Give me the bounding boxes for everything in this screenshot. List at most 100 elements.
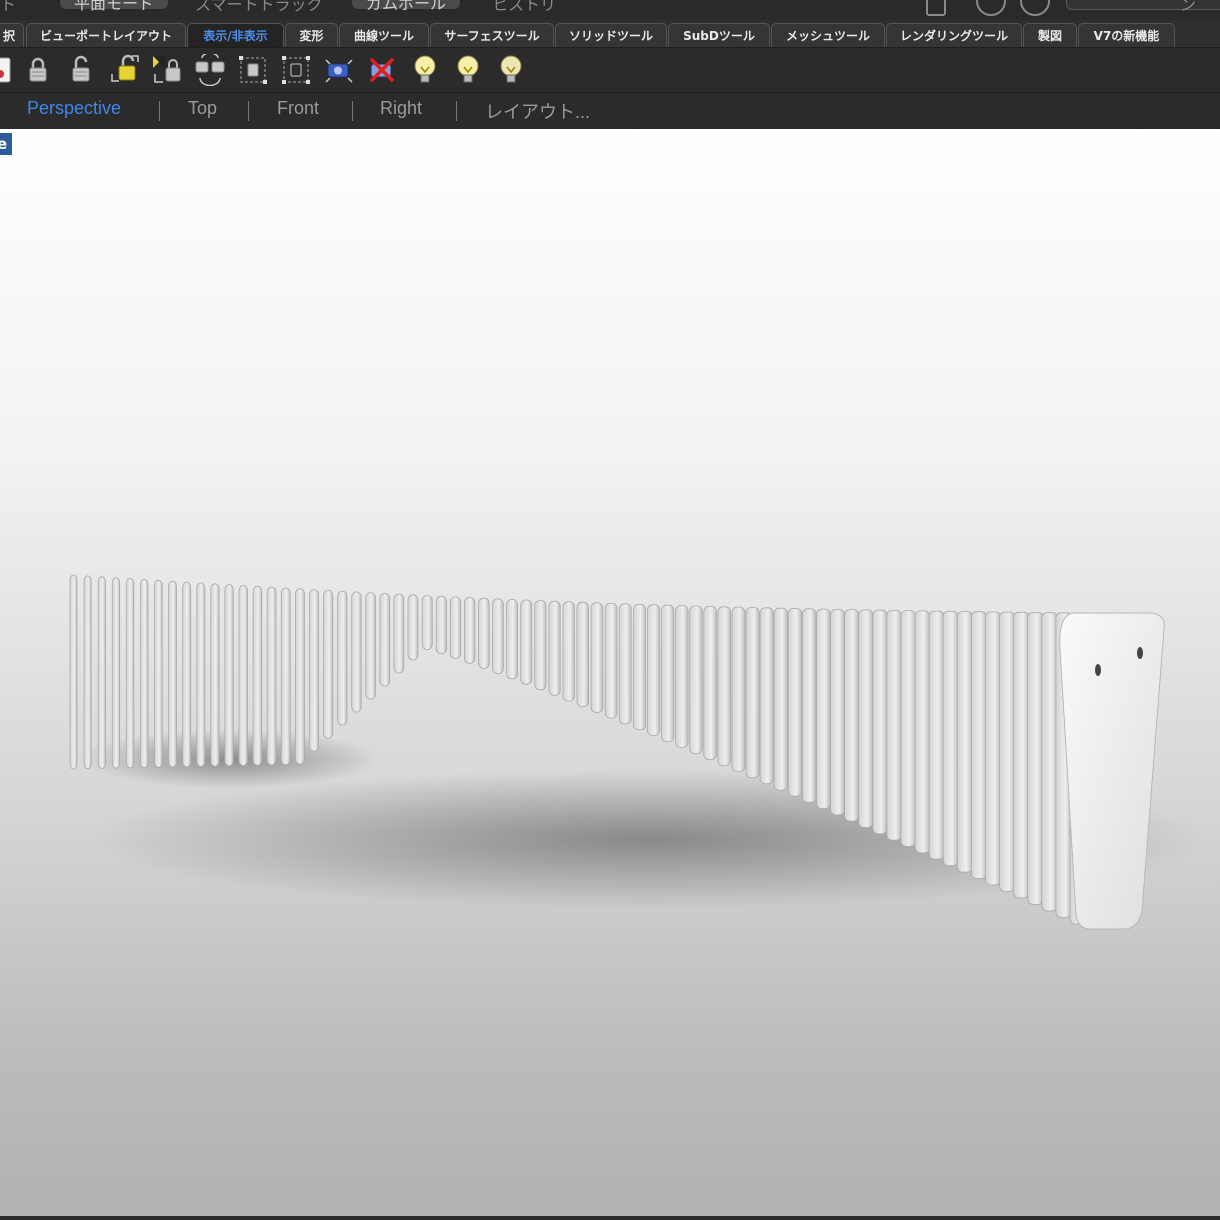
viewport-tab-front[interactable]: Front xyxy=(277,98,319,119)
command-field[interactable] xyxy=(1066,0,1220,10)
bench-slat xyxy=(942,610,959,866)
bench-slat xyxy=(900,610,916,847)
tab-mesh-tools[interactable]: メッシュツール xyxy=(771,23,885,47)
bench-slat xyxy=(689,605,703,754)
tab-drafting[interactable]: 製図 xyxy=(1023,23,1077,47)
bench-slat xyxy=(759,607,774,785)
bench-slat xyxy=(182,581,192,768)
perspective-viewport[interactable]: e xyxy=(0,129,1220,1216)
lock-swap-arrows-icon[interactable] xyxy=(194,54,226,86)
bench-slat xyxy=(365,592,376,700)
bench-slat xyxy=(168,580,177,768)
bench-slat xyxy=(407,594,419,661)
viewport-tab-right[interactable]: Right xyxy=(380,98,422,119)
tab-divider xyxy=(248,101,249,121)
bench-slat xyxy=(520,599,533,685)
bench-slat xyxy=(830,608,845,816)
bench-slat xyxy=(872,609,888,835)
tab-divider xyxy=(352,101,353,121)
bench-slat xyxy=(787,608,803,797)
bench-slat xyxy=(1027,612,1044,905)
bench-slat xyxy=(379,592,391,687)
tab-surface-tools[interactable]: サーフェスツール xyxy=(430,23,554,47)
document-icon[interactable] xyxy=(0,54,22,86)
bench-slat xyxy=(393,593,405,674)
bench-slat xyxy=(731,606,746,773)
bench-slat xyxy=(647,604,661,737)
bench-slat xyxy=(139,578,149,768)
bench-slat xyxy=(294,588,305,765)
tab-transform[interactable]: 変形 xyxy=(285,23,338,47)
viewport-tab-layout[interactable]: レイアウト... xyxy=(485,98,590,124)
bench-slat xyxy=(534,600,547,691)
tab-v7-new[interactable]: V7の新機能 xyxy=(1078,23,1175,47)
viewport-tab-bar: Perspective Top Front Right レイアウト... xyxy=(0,93,1220,130)
unlock-icon[interactable] xyxy=(65,54,97,86)
bolt-hole xyxy=(1095,664,1101,676)
bench-slat xyxy=(224,584,234,767)
tab-curve-tools[interactable]: 曲線ツール xyxy=(339,23,429,47)
bench-slat xyxy=(562,601,575,702)
gumball-toggle[interactable]: ガムボール xyxy=(352,0,461,13)
pin-icon[interactable] xyxy=(926,0,946,16)
target-icon[interactable] xyxy=(1020,0,1050,16)
planar-mode-toggle[interactable]: 平面モード xyxy=(60,0,169,13)
hide-camera-icon[interactable] xyxy=(366,54,398,86)
viewport-tab-top[interactable]: Top xyxy=(188,98,217,119)
unlock-selected-icon[interactable] xyxy=(108,54,140,86)
bench-slat xyxy=(478,597,490,669)
lock-swap-icon[interactable] xyxy=(151,54,183,86)
bench-slat xyxy=(604,602,618,719)
light-on-2-icon[interactable] xyxy=(452,54,484,86)
tab-divider xyxy=(456,101,457,121)
bench-slat xyxy=(449,596,462,659)
bench-slat xyxy=(816,608,831,810)
circle-icon[interactable] xyxy=(976,0,1006,16)
icon-toolbar xyxy=(0,48,1220,93)
bench-slat xyxy=(351,591,362,713)
status-item[interactable]: ト xyxy=(0,0,16,15)
bench-slat xyxy=(971,611,987,879)
bench-slat xyxy=(492,598,504,674)
bench-slat xyxy=(858,609,874,828)
bench-slat xyxy=(914,610,931,854)
bench-slat xyxy=(999,611,1016,892)
tab-viewport-layout[interactable]: ビューポートレイアウト xyxy=(26,23,186,47)
smart-track-toggle[interactable]: スマートトラック xyxy=(195,0,323,15)
bench-slat xyxy=(928,610,945,860)
viewport-tab-perspective[interactable]: Perspective xyxy=(27,98,121,119)
bench-slat xyxy=(844,609,859,822)
tab-select[interactable]: 択 xyxy=(0,23,24,47)
light-on-icon[interactable] xyxy=(409,54,441,86)
bench-slat xyxy=(252,585,263,766)
bench-slat xyxy=(576,601,590,708)
bench-slat xyxy=(83,575,92,770)
bench-slat xyxy=(196,582,206,767)
tab-visibility[interactable]: 表示/非表示 xyxy=(187,23,284,47)
bench-slat xyxy=(956,611,973,873)
bench-slat xyxy=(717,606,732,766)
bench-slat xyxy=(97,576,106,769)
bench-slat xyxy=(661,604,675,743)
lock-icon[interactable] xyxy=(22,54,54,86)
tab-solid-tools[interactable]: ソリッドツール xyxy=(555,23,667,47)
light-off-icon[interactable] xyxy=(495,54,527,86)
select-box-dashed-icon[interactable] xyxy=(280,54,312,86)
tab-subd-tools[interactable]: SubDツール xyxy=(668,23,770,47)
bench-slat xyxy=(773,607,788,791)
show-camera-icon[interactable] xyxy=(323,54,355,86)
bench-slat xyxy=(548,600,561,696)
history-toggle[interactable]: ヒストリ xyxy=(492,0,556,15)
bench-slat xyxy=(590,602,604,713)
bench-slat xyxy=(745,607,760,779)
ribbon-tab-bar: 択 ビューポートレイアウト 表示/非表示 変形 曲線ツール サーフェスツール ソ… xyxy=(0,20,1220,48)
bench-slat xyxy=(1013,611,1030,899)
select-box-icon[interactable] xyxy=(237,54,269,86)
tab-divider xyxy=(159,101,160,121)
tab-rendering-tools[interactable]: レンダリングツール xyxy=(886,23,1022,47)
bench-slat xyxy=(154,579,163,768)
bench-slat xyxy=(633,603,646,731)
bench-slat xyxy=(308,589,319,752)
bench-model-render xyxy=(69,574,1210,930)
bench-slat xyxy=(337,590,348,726)
